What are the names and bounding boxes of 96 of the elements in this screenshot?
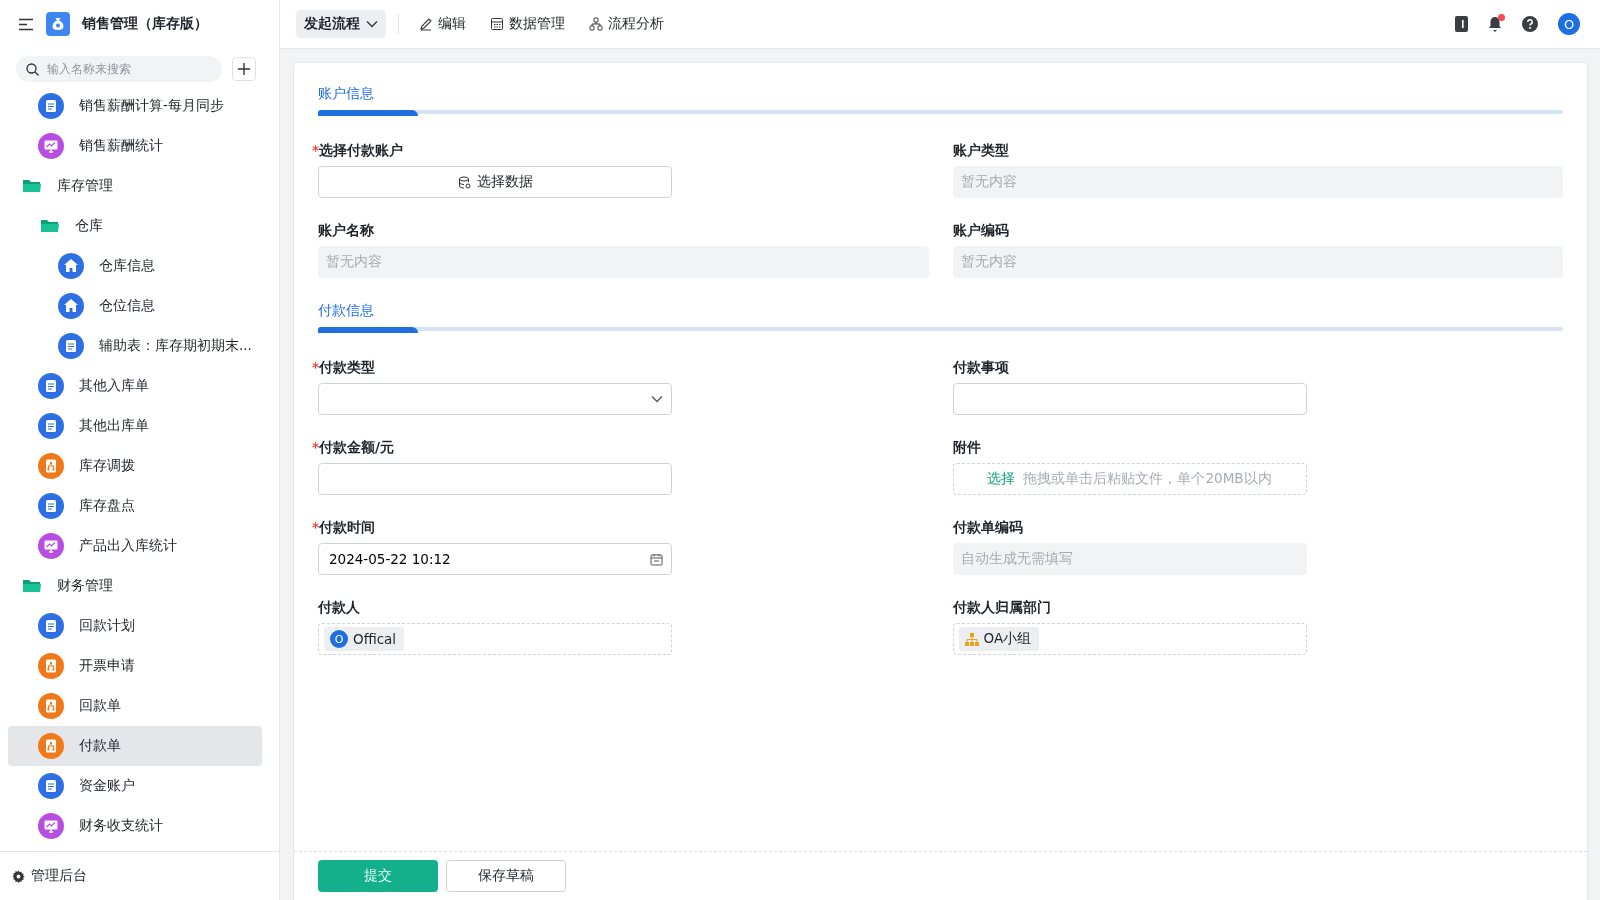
document-icon: [38, 493, 64, 519]
readonly-field: 暂无内容: [952, 166, 1563, 198]
field-label: 账户名称: [318, 221, 375, 240]
input-field[interactable]: [318, 463, 672, 495]
settings-icon: [12, 869, 25, 883]
help-icon[interactable]: [1522, 16, 1538, 32]
monitor-chart-icon: [38, 533, 64, 559]
field-label: 付款单编码: [952, 518, 1024, 537]
add-button[interactable]: [232, 57, 256, 81]
toolbar-action[interactable]: 流程分析: [581, 15, 672, 33]
calendar-icon: [650, 552, 663, 566]
house-icon: [58, 253, 84, 279]
field-label: *选择付款账户: [312, 141, 405, 160]
section-title: 账户信息: [318, 84, 375, 103]
nav-item[interactable]: 开票申请: [8, 646, 262, 686]
menu-icon[interactable]: [18, 17, 34, 31]
nav-item[interactable]: 财务收支统计: [8, 806, 262, 846]
start-process-dropdown[interactable]: 发起流程: [296, 10, 386, 38]
admin-label: 管理后台: [31, 867, 87, 885]
avatar: O: [330, 630, 348, 648]
input-field[interactable]: [952, 383, 1307, 415]
nav-item[interactable]: 产品出入库统计: [8, 526, 262, 566]
nav-item[interactable]: 仓库信息: [8, 246, 262, 286]
readonly-field: 暂无内容: [318, 246, 929, 278]
document-icon: [58, 333, 84, 359]
nav-item[interactable]: 辅助表：库存期初期末...: [8, 326, 262, 366]
nav-item[interactable]: 仓位信息: [8, 286, 262, 326]
document-icon: [38, 93, 64, 119]
admin-link[interactable]: 管理后台: [0, 851, 279, 900]
nav-item[interactable]: 付款单: [8, 726, 262, 766]
flow-chart-icon: [38, 693, 64, 719]
table-icon: [490, 17, 504, 31]
readonly-field: 暂无内容: [952, 246, 1563, 278]
select-field[interactable]: [318, 383, 672, 415]
toolbar-action[interactable]: 编辑: [411, 15, 474, 33]
field-label: 账户编码: [952, 221, 1010, 240]
nav-item[interactable]: 销售薪酬统计: [8, 126, 262, 166]
database-icon: [457, 175, 471, 189]
nav-item[interactable]: 回款单: [8, 686, 262, 726]
readonly-field: 自动生成无需填写: [952, 543, 1307, 575]
user-avatar[interactable]: O: [1558, 13, 1580, 35]
member-field[interactable]: O Offical: [318, 623, 672, 655]
nav-item[interactable]: 其他入库单: [8, 366, 262, 406]
search-icon: [26, 62, 39, 76]
flow-chart-icon: [38, 653, 64, 679]
bell-icon[interactable]: [1488, 16, 1502, 32]
field-label: 账户类型: [952, 141, 1010, 160]
field-label: 付款事项: [952, 358, 1010, 377]
document-icon: [38, 613, 64, 639]
field-label: *付款金额/元: [312, 438, 395, 457]
flow-chart-icon: [38, 733, 64, 759]
org-chart-icon: [964, 632, 979, 646]
nav-item[interactable]: 销售薪酬计算-每月同步: [8, 86, 262, 126]
folder-icon: [22, 178, 42, 194]
nav-item[interactable]: 回款计划: [8, 606, 262, 646]
flow-chart-icon: [38, 453, 64, 479]
nav-item[interactable]: 库存盘点: [8, 486, 262, 526]
section-title: 付款信息: [318, 301, 375, 320]
field-label: 付款人归属部门: [952, 598, 1052, 617]
document-icon: [38, 773, 64, 799]
field-label: 付款人: [318, 598, 361, 617]
hierarchy-icon: [589, 17, 603, 31]
folder-icon: [40, 218, 60, 234]
field-label: *付款时间: [312, 518, 377, 537]
folder-icon: [22, 578, 42, 594]
nav-item[interactable]: 库存调拨: [8, 446, 262, 486]
member-name: Offical: [353, 631, 397, 647]
chevron-down-icon: [651, 395, 663, 403]
house-icon: [58, 293, 84, 319]
nav-item[interactable]: 资金账户: [8, 766, 262, 806]
folder-item[interactable]: 库存管理: [8, 166, 262, 206]
monitor-chart-icon: [38, 813, 64, 839]
monitor-chart-icon: [38, 133, 64, 159]
save-draft-button[interactable]: 保存草稿: [446, 860, 566, 892]
money-bag-icon: [46, 12, 70, 36]
chevron-down-icon: [366, 20, 378, 28]
department-name: OA小组: [983, 630, 1032, 648]
plus-icon: [237, 62, 251, 76]
search-field[interactable]: 输入名称来搜索: [45, 61, 219, 77]
nav-item[interactable]: 其他出库单: [8, 406, 262, 446]
search-box[interactable]: 输入名称来搜索: [16, 56, 222, 82]
upload-hint: 拖拽或单击后粘贴文件，单个20MB以内: [1023, 470, 1272, 488]
notebook-icon[interactable]: [1454, 16, 1468, 32]
folder-item[interactable]: 财务管理: [8, 566, 262, 606]
field-label: 附件: [952, 438, 982, 457]
field-label: *付款类型: [312, 358, 377, 377]
date-field[interactable]: 2024-05-22 10:12: [318, 543, 672, 575]
notification-dot: [1498, 14, 1505, 21]
pencil-icon: [419, 17, 433, 31]
document-icon: [38, 373, 64, 399]
app-title: 销售管理（库存版）: [82, 15, 208, 33]
department-field[interactable]: OA小组: [952, 623, 1307, 655]
select-data-button[interactable]: 选择数据: [318, 166, 672, 198]
document-icon: [38, 413, 64, 439]
toolbar-action[interactable]: 数据管理: [482, 15, 573, 33]
folder-item[interactable]: 仓库: [8, 206, 262, 246]
